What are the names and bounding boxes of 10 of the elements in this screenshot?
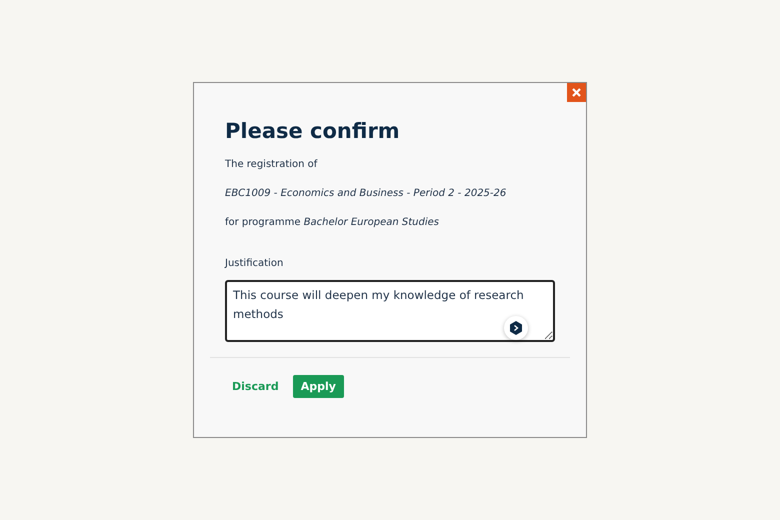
course-text: EBC1009 - Economics and Business - Period 2 - 2025-26 (225, 187, 508, 201)
apply-button[interactable]: Apply (292, 375, 344, 398)
discard-link[interactable]: Discard (232, 380, 279, 393)
intro-text: The registration of (225, 158, 318, 172)
justification-field[interactable]: This course will deepen my knowledge of research methods (225, 280, 555, 342)
field-label: Justification (225, 258, 284, 269)
dialog-title: Please confirm (225, 119, 401, 143)
close-button[interactable] (567, 83, 586, 102)
programme-text: for programme Bachelor European Studies (225, 216, 440, 230)
close-icon (572, 88, 581, 97)
